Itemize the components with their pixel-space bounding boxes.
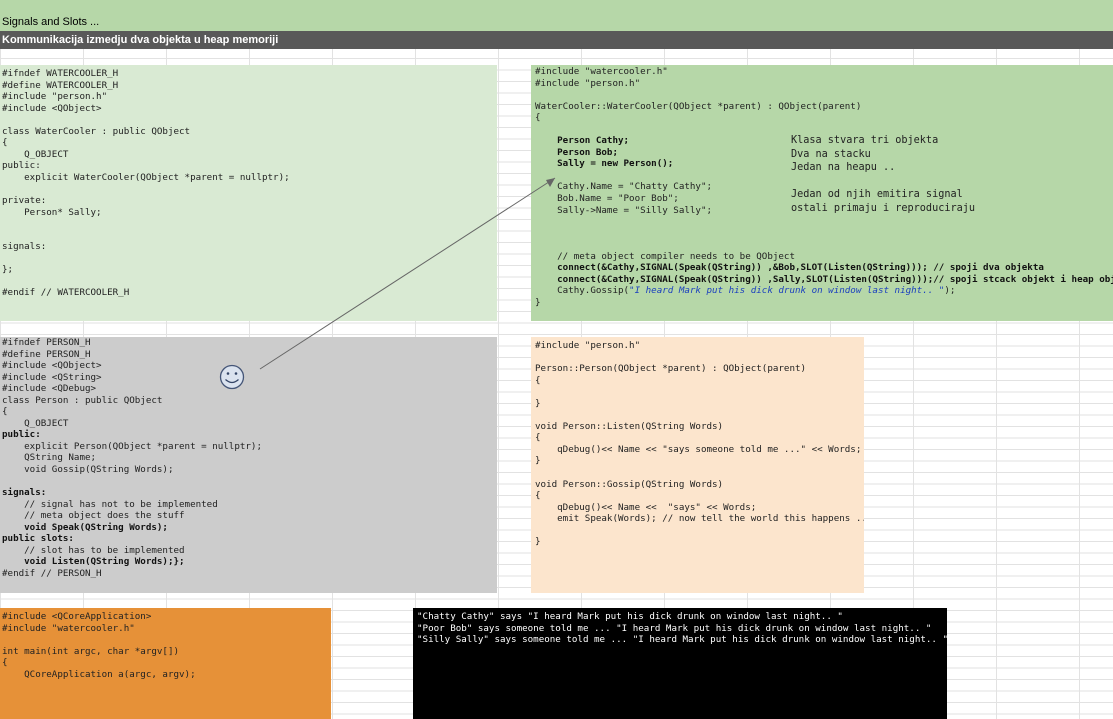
code-line: } bbox=[535, 536, 541, 548]
main-source-code: #include <QCoreApplication> #include "wa… bbox=[2, 611, 331, 680]
spreadsheet-canvas[interactable]: Signals and Slots ... Kommunikacija izme… bbox=[0, 0, 1113, 719]
code-line: connect(&Cathy,SIGNAL(Speak(QString)) ,&… bbox=[535, 262, 1044, 274]
code-line: Person Cathy; bbox=[535, 135, 630, 147]
code-line: #define PERSON_H bbox=[2, 348, 91, 360]
code-line: signals: bbox=[2, 241, 47, 253]
code-line: Person* Sally; bbox=[2, 206, 102, 218]
code-line: Dva na stacku bbox=[791, 148, 871, 160]
person-header-code-block[interactable]: #ifndef PERSON_H #define PERSON_H #inclu… bbox=[0, 337, 497, 593]
code-line: #include <QObject> bbox=[2, 102, 102, 114]
code-line: #include <QString> bbox=[2, 371, 102, 383]
code-line: explicit Person(QObject *parent = nullpt… bbox=[2, 440, 262, 452]
code-line: Cathy.Name = "Chatty Cathy"; bbox=[535, 181, 713, 193]
gossip-call-line: Cathy.Gossip("I heard Mark put his dick … bbox=[535, 285, 955, 296]
code-line: private: bbox=[2, 195, 47, 207]
code-line: WaterCooler::WaterCooler(QObject *parent… bbox=[535, 100, 862, 112]
code-line: { bbox=[535, 374, 541, 386]
person-source-code: #include "person.h" Person::Person(QObje… bbox=[535, 340, 864, 548]
code-line: qDebug()<< Name << "says someone told me… bbox=[535, 443, 862, 455]
code-line: QString Name; bbox=[2, 452, 97, 464]
code-line: { bbox=[535, 432, 541, 444]
code-line: } bbox=[535, 296, 541, 308]
sheet-title: Signals and Slots ... bbox=[2, 16, 100, 28]
code-line: #include <QCoreApplication> bbox=[2, 611, 152, 622]
code-line: Jedan na heapu .. bbox=[791, 162, 896, 173]
code-line: public: bbox=[2, 429, 41, 441]
code-line: explicit WaterCooler(QObject *parent = n… bbox=[2, 171, 290, 183]
code-line: { bbox=[2, 406, 8, 418]
person-header-code: #ifndef PERSON_H #define PERSON_H #inclu… bbox=[2, 337, 497, 579]
code-line: class WaterCooler : public QObject bbox=[2, 125, 191, 137]
code-line: "Poor Bob" says someone told me ... "I h… bbox=[417, 622, 932, 634]
code-line: // meta object does the stuff bbox=[2, 510, 185, 522]
code-line: ostali primaju i reproduciraju bbox=[791, 202, 976, 214]
code-line: class Person : public QObject bbox=[2, 394, 163, 406]
code-line: } bbox=[535, 397, 541, 409]
person-source-code-block[interactable]: #include "person.h" Person::Person(QObje… bbox=[531, 337, 864, 593]
code-line: void Person::Gossip(QString Words) bbox=[535, 478, 724, 490]
code-line: }; bbox=[2, 264, 14, 276]
code-line: // slot has to be implemented bbox=[2, 544, 185, 556]
code-line: #endif // WATERCOOLER_H bbox=[2, 287, 130, 299]
watercooler-header-code-block[interactable]: #ifndef WATERCOOLER_H #define WATERCOOLE… bbox=[0, 65, 497, 321]
sheet-subtitle-row[interactable]: Kommunikacija izmedju dva objekta u heap… bbox=[0, 31, 1113, 49]
watercooler-header-code: #ifndef WATERCOOLER_H #define WATERCOOLE… bbox=[2, 68, 497, 299]
code-line: Person Bob; bbox=[535, 146, 618, 158]
code-line: #endif // PERSON_H bbox=[2, 567, 102, 579]
code-line: Bob.Name = "Poor Bob"; bbox=[535, 193, 679, 205]
code-line: #include "watercooler.h" bbox=[2, 622, 135, 634]
code-line: Person::Person(QObject *parent) : QObjec… bbox=[535, 363, 807, 375]
code-line: void Gossip(QString Words); bbox=[2, 464, 174, 476]
gossip-call-prefix: Cathy.Gossip( bbox=[535, 285, 630, 297]
main-source-code-block[interactable]: #include <QCoreApplication> #include "wa… bbox=[0, 608, 331, 719]
code-line: #include "person.h" bbox=[535, 340, 641, 351]
code-line: #include "person.h" bbox=[2, 91, 108, 103]
code-line: connect(&Cathy,SIGNAL(Speak(QString)) ,S… bbox=[535, 273, 1113, 285]
code-line: #include "person.h" bbox=[535, 77, 641, 89]
code-line: #include <QDebug> bbox=[2, 383, 97, 395]
code-line: QCoreApplication a(argc, argv); bbox=[2, 668, 196, 680]
code-line: void Person::Listen(QString Words) bbox=[535, 420, 724, 432]
code-line: #include "watercooler.h" bbox=[535, 66, 668, 77]
code-line: void Listen(QString Words);}; bbox=[2, 556, 185, 568]
code-line: { bbox=[2, 137, 8, 149]
gossip-call-suffix: ); bbox=[944, 285, 956, 297]
code-line: // meta object compiler needs to be QObj… bbox=[535, 250, 795, 262]
code-line: #include <QObject> bbox=[2, 360, 102, 372]
sheet-subtitle: Kommunikacija izmedju dva objekta u heap… bbox=[2, 34, 279, 46]
code-line: "Silly Sally" says someone told me ... "… bbox=[417, 634, 947, 646]
code-line: } bbox=[535, 455, 541, 467]
code-line: Q_OBJECT bbox=[2, 148, 69, 160]
gossip-string-literal: "I heard Mark put his dick drunk on wind… bbox=[629, 285, 945, 297]
code-line: { bbox=[535, 112, 541, 124]
code-line: Sally->Name = "Silly Sally"; bbox=[535, 204, 713, 216]
watercooler-source-closing-line: } bbox=[535, 297, 541, 308]
code-line: #ifndef PERSON_H bbox=[2, 337, 91, 348]
console-output-block[interactable]: "Chatty Cathy" says "I heard Mark put hi… bbox=[413, 608, 947, 719]
code-line: qDebug()<< Name << "says" << Words; bbox=[535, 501, 757, 513]
sheet-title-row[interactable]: Signals and Slots ... bbox=[0, 0, 1113, 31]
code-line: Jedan od njih emitira signal bbox=[791, 189, 963, 200]
code-line: #ifndef WATERCOOLER_H bbox=[2, 68, 119, 79]
code-line: { bbox=[2, 657, 8, 669]
code-line: #define WATERCOOLER_H bbox=[2, 79, 119, 91]
code-line: // signal has not to be implemented bbox=[2, 498, 218, 510]
code-line: Sally = new Person(); bbox=[535, 158, 674, 170]
code-line: emit Speak(Words); // now tell the world… bbox=[535, 513, 864, 525]
code-line: Q_OBJECT bbox=[2, 417, 69, 429]
code-line: int main(int argc, char *argv[]) bbox=[2, 645, 180, 657]
code-line: { bbox=[535, 490, 541, 502]
code-line: "Chatty Cathy" says "I heard Mark put hi… bbox=[417, 611, 843, 622]
code-line: public: bbox=[2, 160, 41, 172]
explanation-note: Klasa stvara tri objekta Dva na stacku J… bbox=[791, 134, 975, 215]
console-output: "Chatty Cathy" says "I heard Mark put hi… bbox=[417, 611, 947, 646]
code-line: void Speak(QString Words); bbox=[2, 521, 168, 533]
code-line: public slots: bbox=[2, 533, 74, 545]
code-line: signals: bbox=[2, 487, 47, 499]
code-line: Klasa stvara tri objekta bbox=[791, 135, 939, 146]
